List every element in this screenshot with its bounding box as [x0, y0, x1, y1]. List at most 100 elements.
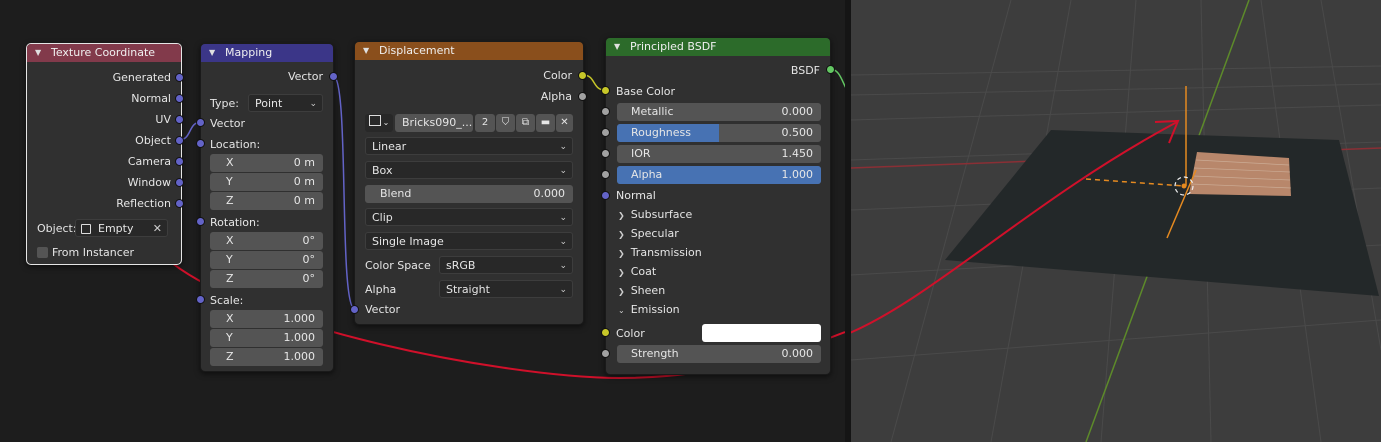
- node-header[interactable]: ▼ Texture Coordinate: [27, 44, 181, 62]
- alpha-value: 1.000: [781, 168, 814, 181]
- field-value: 0 m: [293, 175, 315, 188]
- roughness-field[interactable]: Roughness 0.500: [617, 124, 821, 142]
- location-y-field[interactable]: Y 0 m: [210, 173, 323, 191]
- chevron-down-icon[interactable]: ▼: [209, 44, 215, 62]
- socket-metallic[interactable]: [601, 107, 610, 116]
- image-browse-button[interactable]: ⌄: [365, 114, 393, 132]
- socket-normal[interactable]: [175, 94, 184, 103]
- checkbox-icon[interactable]: [37, 247, 48, 258]
- socket-generated[interactable]: [175, 73, 184, 82]
- socket-uv[interactable]: [175, 115, 184, 124]
- metallic-label: Metallic: [631, 105, 674, 118]
- ior-value: 1.450: [781, 147, 814, 160]
- axis-label: X: [226, 156, 234, 169]
- image-name-field[interactable]: Bricks090_...: [395, 114, 473, 132]
- socket-alpha-out[interactable]: [578, 92, 587, 101]
- extension-value: Clip: [372, 211, 393, 224]
- socket-window[interactable]: [175, 178, 184, 187]
- chevron-down-icon[interactable]: ▼: [614, 38, 620, 56]
- scale-y-field[interactable]: Y 1.000: [210, 329, 323, 347]
- scale-z-field[interactable]: Z 1.000: [210, 348, 323, 366]
- metallic-value: 0.000: [781, 105, 814, 118]
- panel-coat[interactable]: ❯ Coat: [618, 265, 656, 278]
- socket-emission-strength[interactable]: [601, 349, 610, 358]
- color-space-dropdown[interactable]: sRGB ⌄: [439, 256, 573, 274]
- fake-user-shield-icon[interactable]: ⛉: [496, 114, 515, 132]
- panel-emission[interactable]: ⌄ Emission: [618, 303, 680, 316]
- panel-sheen[interactable]: ❯ Sheen: [618, 284, 665, 297]
- ior-field[interactable]: IOR 1.450: [617, 145, 821, 163]
- from-instancer-label: From Instancer: [52, 246, 135, 259]
- chevron-down-icon: ⌄: [309, 99, 317, 109]
- socket-object[interactable]: [175, 136, 184, 145]
- location-z-field[interactable]: Z 0 m: [210, 192, 323, 210]
- socket-scale[interactable]: [196, 295, 205, 304]
- node-header[interactable]: ▼ Principled BSDF: [606, 38, 830, 56]
- location-x-field[interactable]: X 0 m: [210, 154, 323, 172]
- source-dropdown[interactable]: Single Image ⌄: [365, 232, 573, 250]
- chevron-down-icon[interactable]: ▼: [35, 44, 41, 62]
- socket-camera[interactable]: [175, 157, 184, 166]
- blend-field[interactable]: Blend 0.000: [365, 185, 573, 203]
- node-header[interactable]: ▼ Displacement: [355, 42, 583, 60]
- 3d-viewport[interactable]: [851, 0, 1381, 442]
- socket-normal[interactable]: [601, 191, 610, 200]
- socket-bsdf-out[interactable]: [826, 65, 835, 74]
- emission-color-swatch[interactable]: [702, 324, 821, 342]
- rotation-z-field[interactable]: Z 0°: [210, 270, 323, 288]
- image-name: Bricks090_...: [402, 116, 473, 129]
- extension-dropdown[interactable]: Clip ⌄: [365, 208, 573, 226]
- metallic-field[interactable]: Metallic 0.000: [617, 103, 821, 121]
- strength-field[interactable]: Strength 0.000: [617, 345, 821, 363]
- rotation-y-field[interactable]: Y 0°: [210, 251, 323, 269]
- vector-input-label: Vector: [210, 117, 246, 130]
- socket-alpha[interactable]: [601, 170, 610, 179]
- chevron-down-icon: ⌄: [382, 118, 390, 127]
- scale-x-field[interactable]: X 1.000: [210, 310, 323, 328]
- shader-node-editor[interactable]: ▼ Texture Coordinate Generated Normal UV …: [0, 0, 845, 442]
- socket-location[interactable]: [196, 139, 205, 148]
- panel-specular[interactable]: ❯ Specular: [618, 227, 679, 240]
- folder-icon[interactable]: ▬: [536, 114, 555, 132]
- projection-dropdown[interactable]: Box ⌄: [365, 161, 573, 179]
- roughness-value: 0.500: [781, 126, 814, 139]
- panel-subsurface[interactable]: ❯ Subsurface: [618, 208, 692, 221]
- user-count[interactable]: 2: [475, 114, 495, 132]
- panel-label: Sheen: [630, 284, 666, 297]
- unlink-close-icon[interactable]: ✕: [556, 114, 573, 132]
- socket-vector-in[interactable]: [350, 305, 359, 314]
- alpha-field[interactable]: Alpha 1.000: [617, 166, 821, 184]
- color-space-label: Color Space: [365, 259, 431, 272]
- from-instancer-checkbox[interactable]: From Instancer: [37, 246, 134, 259]
- texture-coordinate-node[interactable]: ▼ Texture Coordinate Generated Normal UV …: [26, 43, 182, 265]
- mapping-node[interactable]: ▼ Mapping Vector Type: Point ⌄ Vector Loca…: [200, 43, 334, 372]
- clear-icon[interactable]: ✕: [153, 220, 162, 238]
- node-header[interactable]: ▼ Mapping: [201, 44, 333, 62]
- socket-color-out[interactable]: [578, 71, 587, 80]
- output-uv: UV: [155, 113, 171, 126]
- chevron-down-icon[interactable]: ▼: [363, 42, 369, 60]
- object-value: Empty: [98, 222, 134, 235]
- interpolation-dropdown[interactable]: Linear ⌄: [365, 137, 573, 155]
- axis-label: Z: [226, 194, 234, 207]
- axis-label: X: [226, 234, 234, 247]
- socket-reflection[interactable]: [175, 199, 184, 208]
- chevron-right-icon: ❯: [618, 268, 625, 277]
- field-value: 0 m: [293, 156, 315, 169]
- principled-bsdf-node[interactable]: ▼ Principled BSDF BSDF Base Color Metalli…: [605, 37, 831, 375]
- alpha-mode-dropdown[interactable]: Straight ⌄: [439, 280, 573, 298]
- socket-emission-color[interactable]: [601, 328, 610, 337]
- node-title: Principled BSDF: [630, 40, 717, 53]
- object-field[interactable]: Empty ✕: [75, 219, 168, 237]
- socket-base-color[interactable]: [601, 86, 610, 95]
- duplicate-icon[interactable]: ⧉: [516, 114, 535, 132]
- socket-ior[interactable]: [601, 149, 610, 158]
- rotation-x-field[interactable]: X 0°: [210, 232, 323, 250]
- socket-mapping-vector-in[interactable]: [196, 118, 205, 127]
- panel-transmission[interactable]: ❯ Transmission: [618, 246, 702, 259]
- type-dropdown[interactable]: Point ⌄: [248, 94, 323, 112]
- socket-mapping-vector-out[interactable]: [329, 72, 338, 81]
- socket-rotation[interactable]: [196, 217, 205, 226]
- socket-roughness[interactable]: [601, 128, 610, 137]
- displacement-image-node[interactable]: ▼ Displacement Color Alpha ⌄ Bricks090_..…: [354, 41, 584, 325]
